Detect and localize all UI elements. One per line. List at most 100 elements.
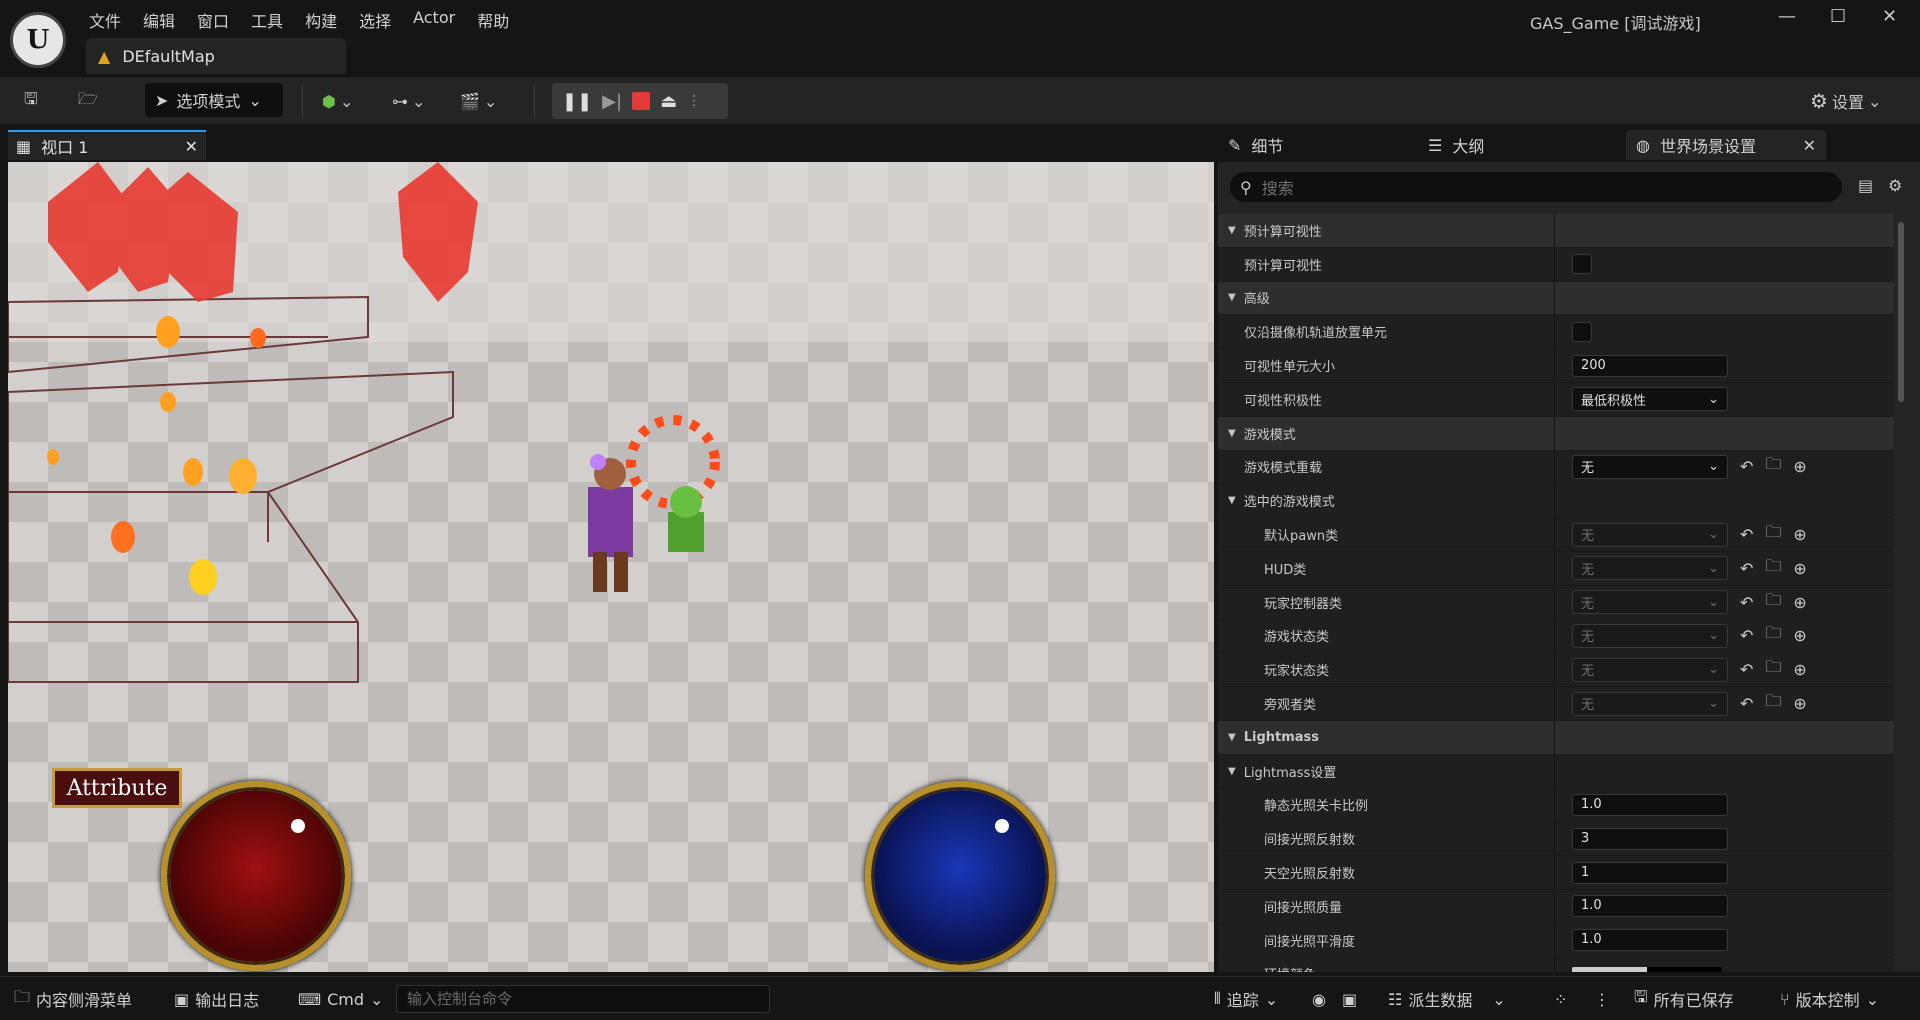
game-viewport[interactable] — [8, 162, 1214, 972]
network-icon[interactable]: ⁘ — [1554, 985, 1567, 1013]
reset-arrow-icon[interactable]: ↶ — [1740, 593, 1753, 612]
expand-arrow-icon[interactable]: ▼ — [1228, 225, 1236, 236]
browse-folder-icon[interactable]: 🗀 — [1765, 589, 1781, 616]
checkbox[interactable] — [1572, 321, 1592, 342]
category-row[interactable]: ▼ Lightmass — [1218, 720, 1894, 755]
add-icon[interactable]: ⊕ — [1793, 626, 1806, 645]
eject-icon[interactable]: ⏏ — [660, 91, 677, 112]
search-input[interactable]: ⚲ 搜索 — [1230, 172, 1842, 202]
blueprint-button[interactable]: ⊶ ⌄ — [392, 85, 425, 117]
reset-arrow-icon[interactable]: ↶ — [1740, 626, 1753, 645]
expand-arrow-icon[interactable]: ▼ — [1228, 292, 1236, 303]
number-field[interactable]: 1.0 — [1572, 929, 1728, 952]
dropdown[interactable]: 无 ⌄ — [1572, 657, 1728, 682]
more-icon[interactable]: ⋮ — [687, 93, 701, 109]
category-row[interactable]: ▼ 预计算可视性 — [1218, 214, 1894, 248]
expand-arrow-icon[interactable]: ▼ — [1228, 766, 1236, 777]
mode-selector[interactable]: ➤ 选项模式 ⌄ — [145, 83, 283, 117]
attribute-button[interactable]: Attribute — [52, 768, 182, 808]
tab-world-settings[interactable]: ◍ 世界场景设置 ✕ — [1626, 130, 1826, 160]
cinematics-button[interactable]: 🎬 ⌄ — [460, 85, 497, 117]
expand-arrow-icon[interactable]: ▼ — [1228, 732, 1236, 743]
browse-folder-icon[interactable]: 🗀 — [1765, 622, 1781, 649]
add-icon[interactable]: ⊕ — [1793, 525, 1806, 544]
dropdown[interactable]: 无 ⌄ — [1572, 454, 1728, 479]
table-view-icon[interactable]: ▤ — [1858, 176, 1873, 195]
close-window-icon[interactable]: ✕ — [1882, 6, 1897, 27]
add-icon[interactable]: ⊕ — [1793, 660, 1806, 679]
save-icon[interactable]: 🖫 — [24, 85, 38, 117]
dropdown[interactable]: 无 ⌄ — [1572, 590, 1728, 615]
browse-folder-icon[interactable]: 🗀 — [1765, 656, 1781, 683]
color-swatch[interactable] — [1572, 966, 1722, 972]
add-icon[interactable]: ⊕ — [1793, 457, 1806, 476]
dropdown[interactable]: 最低积极性 ⌄ — [1572, 387, 1728, 412]
map-tab[interactable]: ▲ DEfaultMap — [86, 38, 346, 74]
expand-arrow-icon[interactable]: ▼ — [1228, 428, 1236, 439]
number-field[interactable]: 1 — [1572, 861, 1728, 884]
cmd-selector[interactable]: ⌨ Cmd ⌄ — [298, 985, 383, 1013]
save-all-button[interactable]: 🖫 所有已保存 — [1634, 985, 1734, 1013]
browse-folder-icon[interactable]: 🗀 — [1765, 690, 1781, 717]
category-row[interactable]: ▼ Lightmass设置 — [1218, 754, 1894, 789]
menu-help[interactable]: 帮助 — [466, 6, 520, 34]
menu-file[interactable]: 文件 — [78, 6, 132, 34]
reset-arrow-icon[interactable]: ↶ — [1740, 457, 1753, 476]
more-icon[interactable]: ⋮ — [1594, 985, 1610, 1013]
close-tab-icon[interactable]: ✕ — [1803, 136, 1826, 155]
menu-tools[interactable]: 工具 — [240, 6, 294, 34]
add-icon[interactable]: ⊕ — [1793, 694, 1806, 713]
menu-build[interactable]: 构建 — [294, 6, 348, 34]
gear-icon[interactable]: ⚙ — [1888, 176, 1902, 195]
maximize-icon[interactable]: ☐ — [1830, 6, 1846, 27]
number-field[interactable]: 200 — [1572, 354, 1728, 377]
tab-details[interactable]: ✎ 细节 — [1228, 130, 1283, 160]
content-drawer-button[interactable]: 🗀 内容侧滑菜单 — [14, 985, 132, 1013]
settings-button[interactable]: ⚙ 设置 ⌄ — [1810, 85, 1881, 117]
menu-actor[interactable]: Actor — [402, 6, 466, 34]
pause-icon[interactable]: ❚❚ — [562, 91, 592, 112]
dropdown[interactable]: 无 ⌄ — [1572, 556, 1728, 581]
step-icon[interactable]: ▶| — [602, 91, 622, 112]
dropdown[interactable]: 无 ⌄ — [1572, 623, 1728, 648]
browse-icon[interactable]: 🗁 — [78, 85, 98, 117]
rec-icon[interactable]: ◉ — [1312, 985, 1326, 1013]
category-row[interactable]: ▼ 高级 — [1218, 281, 1894, 316]
stop-icon[interactable] — [632, 92, 651, 110]
number-field[interactable]: 1.0 — [1572, 895, 1728, 918]
camera-icon[interactable]: ▣ — [1342, 985, 1357, 1013]
menu-window[interactable]: 窗口 — [186, 6, 240, 34]
trace-button[interactable]: ⫴ 追踪 ⌄ — [1214, 985, 1278, 1013]
browse-folder-icon[interactable]: 🗀 — [1765, 453, 1781, 480]
scrollbar[interactable] — [1896, 214, 1906, 964]
reset-arrow-icon[interactable]: ↶ — [1740, 525, 1753, 544]
menu-select[interactable]: 选择 — [348, 6, 402, 34]
category-row[interactable]: ▼ 游戏模式 — [1218, 416, 1894, 451]
expand-arrow-icon[interactable]: ▼ — [1228, 495, 1236, 506]
output-log-button[interactable]: ▣ 输出日志 — [174, 985, 259, 1013]
unreal-logo-icon[interactable]: U — [10, 12, 66, 68]
dropdown[interactable]: 无 ⌄ — [1572, 691, 1728, 716]
console-command-input[interactable]: 输入控制台命令 — [396, 985, 770, 1013]
reset-arrow-icon[interactable]: ↶ — [1740, 694, 1753, 713]
browse-folder-icon[interactable]: 🗀 — [1765, 521, 1781, 548]
category-row[interactable]: ▼ 选中的游戏模式 — [1218, 484, 1894, 519]
source-control-button[interactable]: ⑂ 版本控制 ⌄ — [1780, 985, 1879, 1013]
tab-outliner[interactable]: ☰ 大纲 — [1428, 130, 1484, 160]
derived-data-button[interactable]: ☷ 派生数据 ⌄ — [1388, 985, 1506, 1013]
number-field[interactable]: 1.0 — [1572, 793, 1728, 816]
browse-folder-icon[interactable]: 🗀 — [1765, 555, 1781, 582]
dropdown[interactable]: 无 ⌄ — [1572, 522, 1728, 547]
add-actor-button[interactable]: ⬢ ⌄ — [322, 85, 353, 117]
menu-edit[interactable]: 编辑 — [132, 6, 186, 34]
reset-arrow-icon[interactable]: ↶ — [1740, 559, 1753, 578]
reset-arrow-icon[interactable]: ↶ — [1740, 660, 1753, 679]
close-tab-icon[interactable]: ✕ — [185, 137, 198, 156]
add-icon[interactable]: ⊕ — [1793, 559, 1806, 578]
minimize-icon[interactable]: — — [1778, 6, 1796, 27]
viewport-tab[interactable]: ▦ 视口 1 ✕ — [8, 130, 206, 160]
add-icon[interactable]: ⊕ — [1793, 593, 1806, 612]
property-row: 玩家控制器类无 ⌄ ↶ 🗀 ⊕ — [1218, 585, 1894, 620]
number-field[interactable]: 3 — [1572, 827, 1728, 850]
checkbox[interactable] — [1572, 254, 1592, 275]
